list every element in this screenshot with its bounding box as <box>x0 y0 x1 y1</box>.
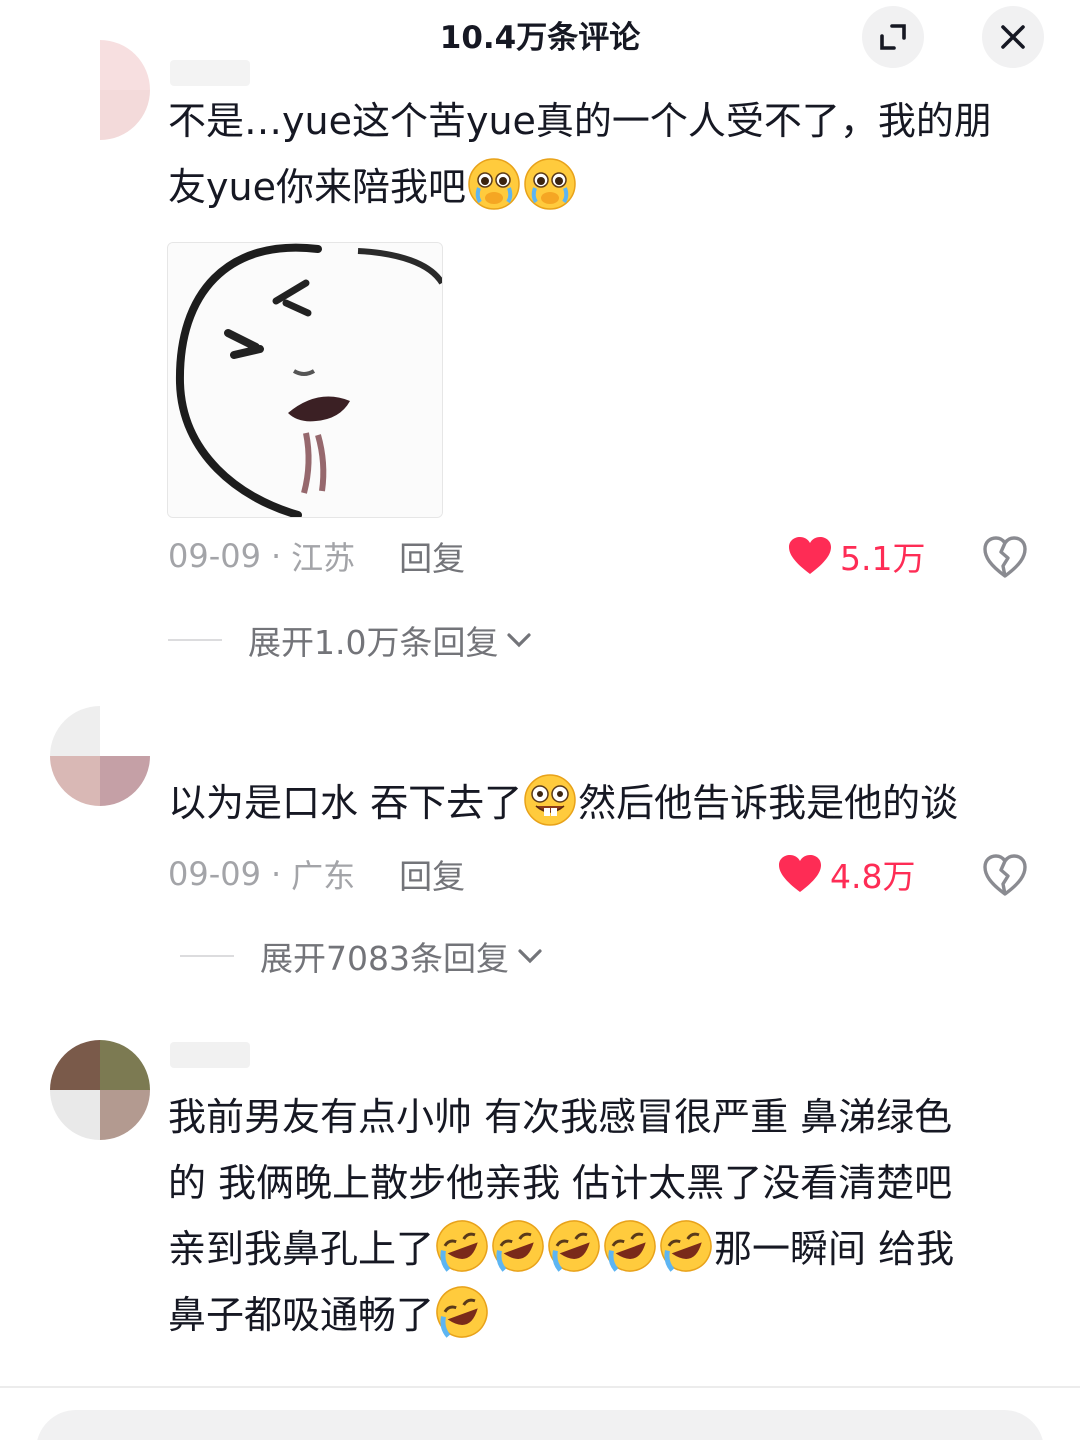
expand-replies-label: 展开7083条回复 <box>260 939 509 978</box>
heart-filled-icon <box>779 855 821 892</box>
meta-separator: · <box>270 855 282 893</box>
reply-button[interactable]: 回复 <box>399 850 465 898</box>
comment-text: 以为是口水 吞下去了 然后他告诉我是他的谈 <box>168 770 1028 836</box>
meta-separator: · <box>270 537 282 575</box>
like-count: 4.8万 <box>830 857 916 896</box>
reply-button[interactable]: 回复 <box>399 532 465 580</box>
comment-input-bar[interactable] <box>36 1410 1044 1440</box>
dislike-broken-heart-icon[interactable] <box>982 852 1028 898</box>
rofl-emoji <box>604 1220 656 1272</box>
close-button[interactable] <box>982 6 1044 68</box>
expand-replies-label: 展开1.0万条回复 <box>248 623 499 662</box>
rofl-emoji <box>660 1220 712 1272</box>
rofl-emoji <box>548 1220 600 1272</box>
buck-tooth-grin-emoji <box>524 774 576 826</box>
comment-text: 我前男友有点小帅 有次我感冒很严重 鼻涕绿色 的 我俩晚上散步他亲我 估计太黑了… <box>168 1084 1028 1348</box>
expand-icon <box>880 24 906 50</box>
dislike-broken-heart-icon[interactable] <box>982 534 1028 580</box>
expand-button[interactable] <box>862 6 924 68</box>
chevron-down-icon <box>518 949 542 964</box>
like-button[interactable]: 5.1万 <box>788 532 925 580</box>
expand-replies-button[interactable]: 展开1.0万条回复 <box>168 616 532 664</box>
divider-line <box>180 955 234 957</box>
comment-location: 江苏 <box>291 539 356 577</box>
comment-image-sticker[interactable] <box>167 242 443 518</box>
comment-line-3: 亲到我鼻孔上了 那一瞬间 给我 <box>168 1216 1028 1282</box>
chevron-down-icon <box>507 633 532 648</box>
comment-meta: 09-09 · 江苏 回复 <box>168 532 465 580</box>
avatar[interactable] <box>50 40 150 140</box>
like-button[interactable]: 4.8万 <box>778 850 915 898</box>
username[interactable] <box>170 60 250 86</box>
close-icon <box>1001 25 1025 49</box>
sticker-face-image <box>168 243 442 517</box>
pleading-cry-emoji <box>468 158 520 210</box>
divider-line <box>168 639 222 641</box>
avatar[interactable] <box>50 706 150 806</box>
comments-header: 10.4万条评论 <box>0 0 1080 68</box>
rofl-emoji <box>492 1220 544 1272</box>
comment-date: 09-09 <box>168 855 261 893</box>
comment-text: 不是…yue这个苦yue真的一个人受不了，我的朋友yue你来陪我吧 <box>168 88 1028 220</box>
avatar[interactable] <box>50 1040 150 1140</box>
comment-meta: 09-09 · 广东 回复 <box>168 850 465 898</box>
comment-line-4: 鼻子都吸通畅了 <box>168 1282 1028 1348</box>
comment-location: 广东 <box>291 857 356 895</box>
comment-date: 09-09 <box>168 537 261 575</box>
heart-filled-icon <box>789 537 831 574</box>
rofl-emoji <box>436 1220 488 1272</box>
expand-replies-button[interactable]: 展开7083条回复 <box>180 932 543 980</box>
comments-panel: 10.4万条评论 不是…yue这个苦yue真的一个人受不了，我的朋友yue你来陪… <box>0 0 1080 1440</box>
pleading-cry-emoji <box>524 158 576 210</box>
bottom-divider <box>0 1386 1080 1388</box>
like-count: 5.1万 <box>840 539 926 578</box>
username[interactable] <box>170 1042 250 1068</box>
rofl-emoji <box>436 1286 488 1338</box>
